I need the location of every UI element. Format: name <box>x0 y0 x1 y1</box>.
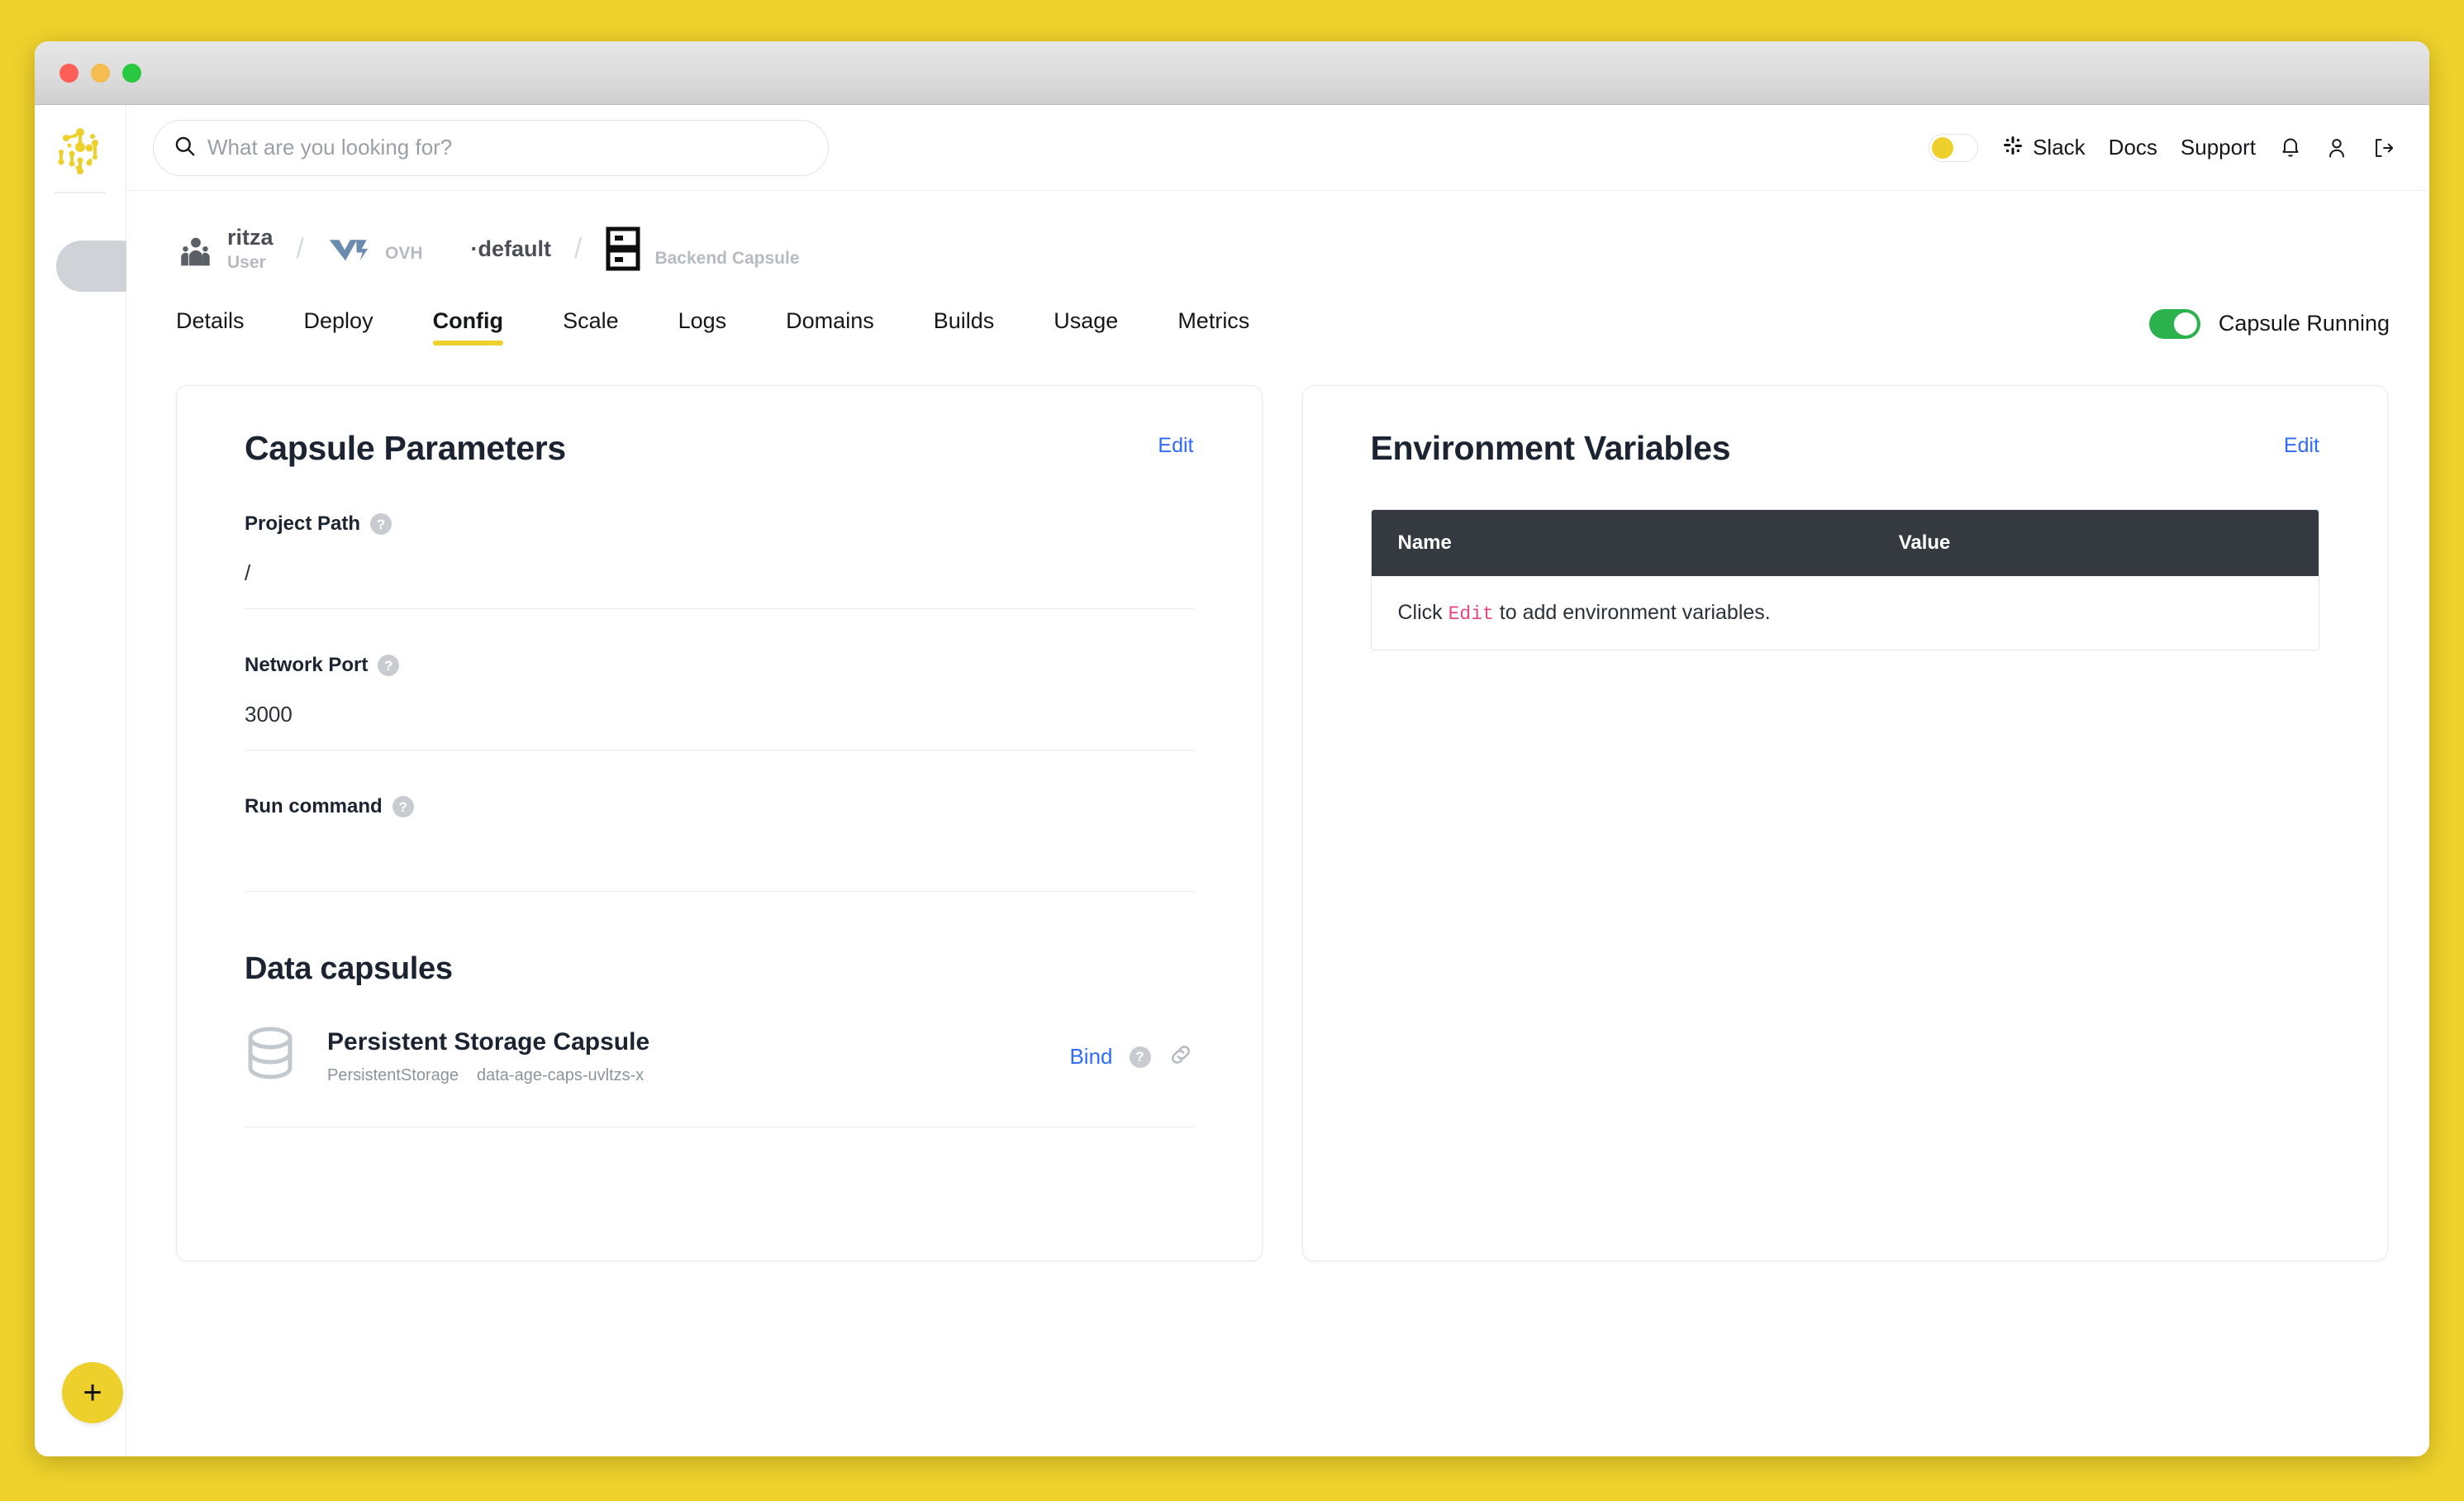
search-icon <box>174 135 196 161</box>
capsule-running-toggle-knob <box>2173 312 2197 336</box>
data-capsule-row: Persistent Storage Capsule PersistentSto… <box>245 1027 1194 1128</box>
database-storage-icon <box>245 1027 296 1087</box>
chain-link-icon[interactable] <box>1168 1041 1194 1072</box>
run-command-label: Run command <box>245 795 383 818</box>
capsule-parameters-title: Capsule Parameters <box>245 429 566 468</box>
breadcrumb-user-subtitle: User <box>227 253 266 273</box>
tab-builds[interactable]: Builds <box>934 308 995 345</box>
breadcrumb-space-name[interactable]: ·default <box>471 236 552 262</box>
search-input[interactable] <box>207 135 808 160</box>
breadcrumb-separator: / <box>296 232 304 264</box>
code-capsules-logo[interactable] <box>51 124 109 182</box>
capsule-running-toggle[interactable] <box>2148 308 2200 339</box>
slack-link[interactable]: Slack <box>2001 134 2086 161</box>
field-project-path: Project Path ? / <box>245 512 1194 610</box>
sidebar-divider <box>55 192 106 193</box>
tab-logs[interactable]: Logs <box>678 308 727 345</box>
environment-variables-card: Environment Variables Edit Name Value Cl… <box>1301 385 2388 1262</box>
docs-link[interactable]: Docs <box>2109 135 2157 160</box>
notifications-bell-icon[interactable] <box>2279 136 2302 160</box>
column-header-name: Name <box>1397 531 1452 555</box>
tab-usage[interactable]: Usage <box>1054 308 1118 345</box>
capsule-server-icon <box>605 226 641 271</box>
browser-window: + What are you looking for? Slack Docs S… <box>35 41 2429 1456</box>
environment-variables-edit-button[interactable]: Edit <box>2284 434 2319 458</box>
support-link[interactable]: Support <box>2181 135 2256 160</box>
breadcrumb-item-user[interactable]: ritza User <box>176 226 274 272</box>
app-body: + What are you looking for? Slack Docs S… <box>35 105 2429 1456</box>
capsule-running-control: Capsule Running <box>2148 308 2395 345</box>
capsule-parameters-header: Capsule Parameters Edit <box>245 429 1194 468</box>
environment-variables-table: Name Value Click Edit to add environment… <box>1370 509 2319 651</box>
breadcrumb-item-capsule[interactable]: Backend Capsule <box>605 226 800 271</box>
column-header-value: Value <box>1898 531 1951 555</box>
network-port-label: Network Port <box>245 654 369 677</box>
main-column: Slack Docs Support <box>126 105 2429 1456</box>
capsule-parameters-card: Capsule Parameters Edit Project Path ? / <box>176 385 1263 1262</box>
bind-help-icon[interactable]: ? <box>1129 1046 1151 1068</box>
network-port-value: 3000 <box>245 702 293 727</box>
slack-icon <box>2001 134 2024 161</box>
search-box[interactable] <box>153 119 829 176</box>
capsule-parameters-edit-button[interactable]: Edit <box>1158 434 1193 458</box>
theme-toggle[interactable] <box>1929 133 1979 162</box>
user-account-icon[interactable] <box>2325 136 2348 160</box>
data-capsule-actions: Bind ? <box>1069 1041 1193 1072</box>
add-capsule-button[interactable]: + <box>62 1362 123 1423</box>
empty-message-prefix: Click <box>1397 601 1448 625</box>
data-capsule-id: data-age-caps-uvltzs-x <box>476 1066 645 1085</box>
team-users-icon <box>176 234 214 272</box>
content-area: ritza User / OVH ·default / Backend Caps… <box>126 191 2429 1456</box>
run-command-help-icon[interactable]: ? <box>392 796 414 818</box>
breadcrumb-separator-2: / <box>574 232 583 264</box>
ovh-logo-icon <box>327 231 372 266</box>
network-port-help-icon[interactable]: ? <box>378 655 400 677</box>
empty-message-code: Edit <box>1448 603 1494 626</box>
topbar-actions: Slack Docs Support <box>1929 133 2395 162</box>
field-run-command: Run command ? <box>245 795 1194 893</box>
environment-variables-empty-message: Click Edit to add environment variables. <box>1371 576 2319 650</box>
top-bar: Slack Docs Support <box>126 105 2429 191</box>
data-capsules-title: Data capsules <box>245 951 453 987</box>
window-zoom-button[interactable] <box>122 63 141 83</box>
project-path-label: Project Path <box>245 512 361 536</box>
breadcrumb-item-ovh[interactable]: OVH <box>327 231 423 266</box>
data-capsule-name: Persistent Storage Capsule <box>327 1028 650 1056</box>
environment-variables-title: Environment Variables <box>1370 429 1731 468</box>
tab-metrics[interactable]: Metrics <box>1177 308 1249 345</box>
empty-message-suffix: to add environment variables. <box>1493 601 1771 625</box>
tab-config[interactable]: Config <box>432 308 504 346</box>
window-titlebar <box>35 41 2429 105</box>
cards-grid: Capsule Parameters Edit Project Path ? / <box>161 385 2395 1262</box>
window-close-button[interactable] <box>59 63 78 83</box>
tab-scale[interactable]: Scale <box>563 308 619 345</box>
capsule-running-label: Capsule Running <box>2218 311 2390 336</box>
tab-domains[interactable]: Domains <box>786 308 874 345</box>
project-path-help-icon[interactable]: ? <box>370 513 392 536</box>
environment-variables-header: Environment Variables Edit <box>1371 429 2320 468</box>
breadcrumb-user-title: ritza <box>227 225 274 250</box>
window-minimize-button[interactable] <box>91 63 110 83</box>
logout-icon[interactable] <box>2371 136 2395 160</box>
project-path-value: / <box>245 560 251 586</box>
tab-bar: Details Deploy Config Scale Logs Domains… <box>161 308 2395 346</box>
slack-label: Slack <box>2033 135 2086 160</box>
data-capsule-type: PersistentStorage <box>327 1066 459 1085</box>
environment-variables-table-header: Name Value <box>1371 510 2319 577</box>
tab-details[interactable]: Details <box>176 308 245 345</box>
run-command-value <box>245 843 1194 870</box>
bind-button[interactable]: Bind <box>1069 1044 1112 1070</box>
theme-toggle-knob <box>1932 136 1954 159</box>
sidebar-rail: + <box>35 105 147 1456</box>
breadcrumb: ritza User / OVH ·default / Backend Caps… <box>161 191 2395 272</box>
breadcrumb-capsule-subtitle: Backend Capsule <box>654 249 800 269</box>
tab-deploy[interactable]: Deploy <box>304 308 373 345</box>
breadcrumb-ovh-subtitle: OVH <box>384 244 423 264</box>
field-network-port: Network Port ? 3000 <box>245 654 1194 751</box>
